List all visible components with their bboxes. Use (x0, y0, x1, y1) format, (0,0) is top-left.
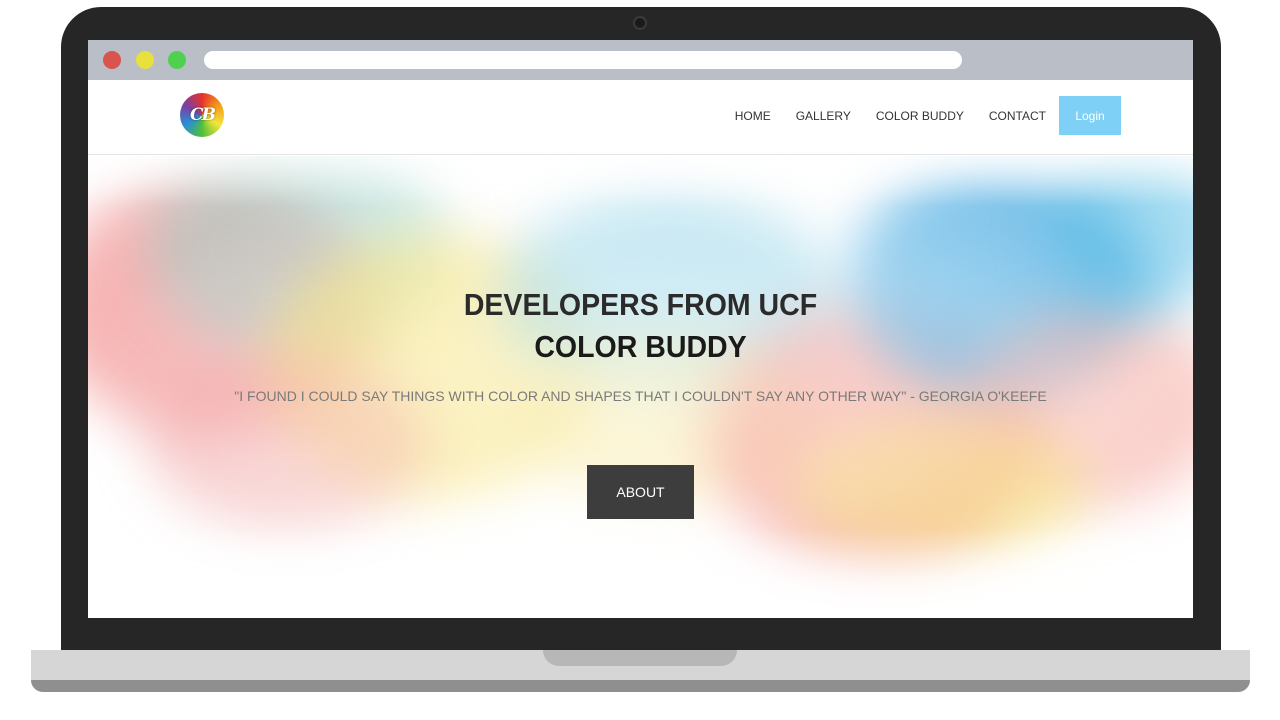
address-bar[interactable] (204, 51, 962, 69)
nav-link-contact[interactable]: CONTACT (989, 109, 1046, 123)
hero-section: DEVELOPERS FROM UCF COLOR BUDDY "I FOUND… (88, 156, 1193, 618)
color-buddy-logo[interactable]: CB (180, 93, 224, 137)
logo-text: CB (190, 105, 216, 125)
nav-link-gallery[interactable]: GALLERY (796, 109, 851, 123)
hero-title-line2: COLOR BUDDY (534, 329, 747, 364)
hero-top-fade (88, 156, 1193, 206)
laptop-base (31, 650, 1250, 692)
close-window-button[interactable] (103, 51, 121, 69)
laptop-base-notch (543, 650, 737, 666)
hero-bottom-fade (88, 528, 1193, 618)
hero-title: DEVELOPERS FROM UCF COLOR BUDDY (132, 284, 1149, 368)
nav-links: HOME GALLERY COLOR BUDDY CONTACT Login (735, 96, 1121, 135)
laptop-base-bottom (31, 680, 1250, 692)
hero-quote: "I FOUND I COULD SAY THINGS WITH COLOR A… (234, 388, 1047, 404)
nav-link-color-buddy[interactable]: COLOR BUDDY (876, 109, 964, 123)
site-navbar: CB HOME GALLERY COLOR BUDDY CONTACT Logi… (88, 80, 1193, 155)
minimize-window-button[interactable] (136, 51, 154, 69)
browser-toolbar (88, 40, 1193, 80)
login-button[interactable]: Login (1059, 96, 1121, 135)
laptop-screen: CB HOME GALLERY COLOR BUDDY CONTACT Logi… (88, 40, 1193, 618)
nav-link-home[interactable]: HOME (735, 109, 771, 123)
hero-title-line1: DEVELOPERS FROM UCF (463, 287, 818, 322)
webcam-icon (633, 16, 647, 30)
maximize-window-button[interactable] (168, 51, 186, 69)
about-button[interactable]: ABOUT (587, 465, 694, 519)
